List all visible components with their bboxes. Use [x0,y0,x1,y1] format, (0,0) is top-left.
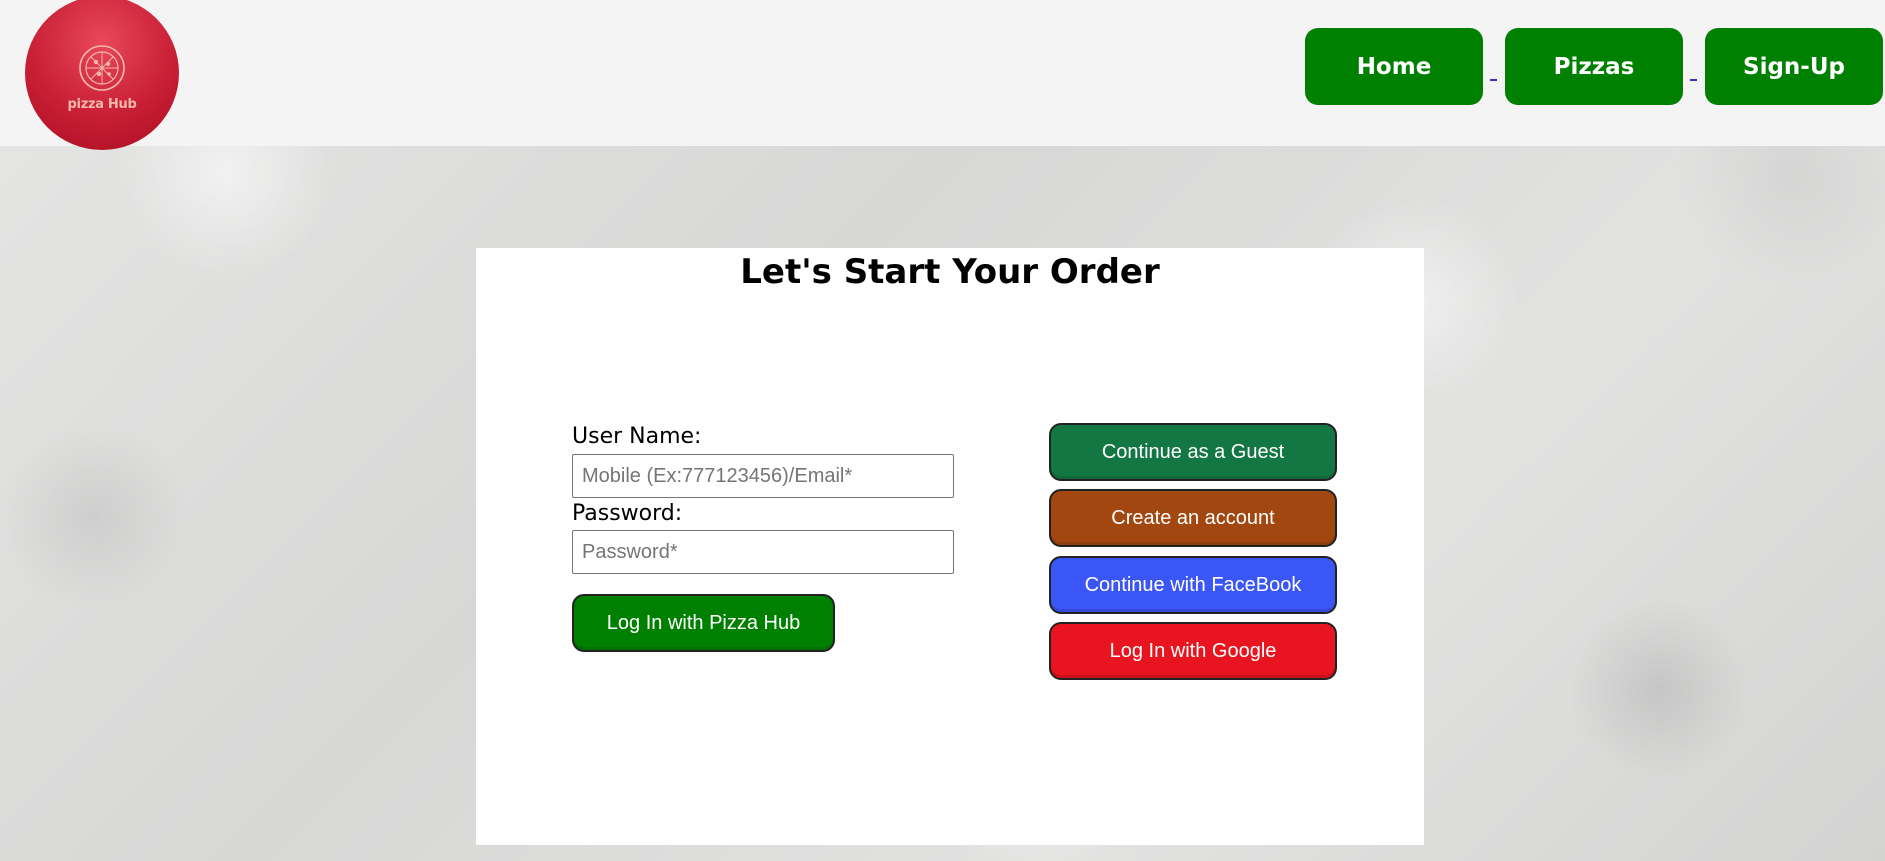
continue-as-guest-button[interactable]: Continue as a Guest [1049,423,1337,481]
nav-link-separator [1683,28,1705,105]
login-pizza-hub-button[interactable]: Log In with Pizza Hub [572,594,835,652]
site-header: pizza Hub Home Pizzas Sign-Up [0,0,1885,150]
password-input[interactable] [572,530,954,574]
username-input[interactable] [572,454,954,498]
nav-home-button[interactable]: Home [1305,28,1483,105]
main-nav: Home Pizzas Sign-Up [1305,28,1883,105]
login-card: Let's Start Your Order User Name: Passwo… [476,248,1424,845]
logo-text: pizza Hub [67,96,137,112]
pizza-hub-logo[interactable]: pizza Hub [25,0,179,150]
create-account-button[interactable]: Create an account [1049,489,1337,547]
password-label: Password: [572,501,683,526]
page-title: Let's Start Your Order [740,252,1160,292]
login-with-google-button[interactable]: Log In with Google [1049,622,1337,680]
continue-with-facebook-button[interactable]: Continue with FaceBook [1049,556,1337,614]
nav-link-separator [1483,28,1505,105]
pizza-icon [79,44,125,91]
nav-pizzas-button[interactable]: Pizzas [1505,28,1683,105]
nav-signup-button[interactable]: Sign-Up [1705,28,1883,105]
username-label: User Name: [572,424,702,449]
